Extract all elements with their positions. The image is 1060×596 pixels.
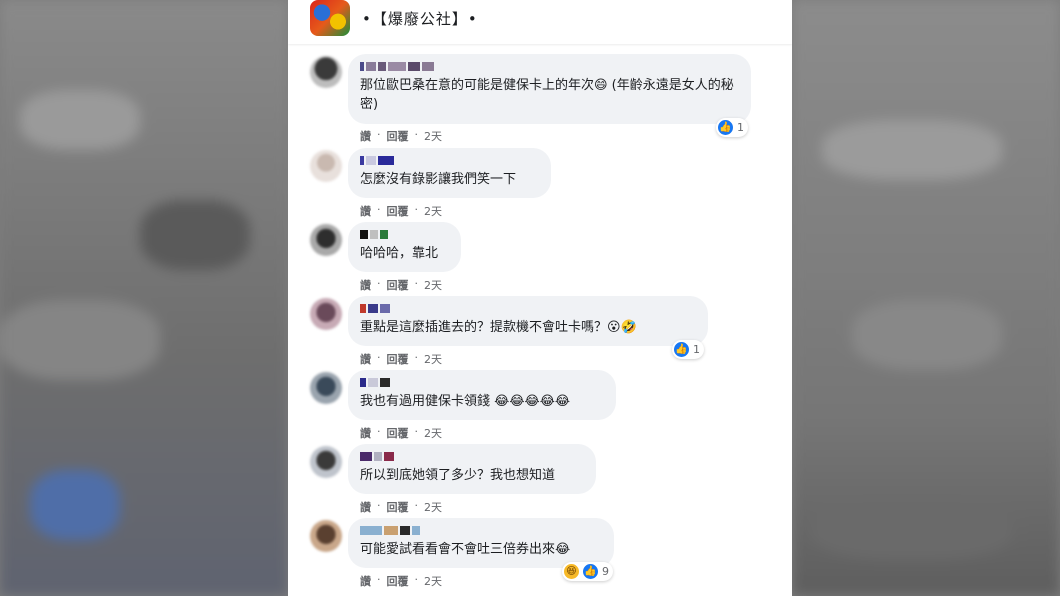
- blurred-background-right: [792, 0, 1060, 596]
- page-header: •【爆廢公社】•: [288, 0, 792, 44]
- comment-time[interactable]: 2天: [424, 128, 442, 144]
- avatar[interactable]: [310, 150, 342, 182]
- comment-time[interactable]: 2天: [424, 203, 442, 219]
- like-button[interactable]: 讚: [360, 277, 371, 293]
- comment-bubble: 那位歐巴桑在意的可能是健保卡上的年次😄 (年齡永遠是女人的秘密): [348, 54, 751, 124]
- avatar[interactable]: [310, 520, 342, 552]
- reaction-count: 1: [693, 343, 700, 356]
- reply-button[interactable]: 回覆: [387, 573, 409, 589]
- reaction-summary[interactable]: 👍 1: [716, 118, 748, 137]
- comment-time[interactable]: 2天: [424, 425, 442, 441]
- haha-icon: 😆: [564, 564, 579, 579]
- comment-bubble: 可能愛試看看會不會吐三倍券出來😂: [348, 518, 614, 568]
- comment-text: 哈哈哈，靠北: [360, 246, 439, 261]
- commenter-name-blurred[interactable]: [360, 378, 604, 388]
- reply-button[interactable]: 回覆: [387, 203, 409, 219]
- comment-time[interactable]: 2天: [424, 499, 442, 515]
- comment-actions: 讚 · 回覆 · 2天: [360, 277, 442, 293]
- avatar[interactable]: [310, 298, 342, 330]
- comment-text: 我也有過用健保卡領錢 😂😂😂😂😂: [360, 394, 571, 409]
- comment-bubble: 重點是這麼插進去的？提款機不會吐卡嗎？😮🤣: [348, 296, 708, 346]
- comment-time[interactable]: 2天: [424, 277, 442, 293]
- reaction-count: 9: [602, 565, 609, 578]
- comment-actions: 讚 · 回覆 · 2天: [360, 351, 442, 367]
- reply-button[interactable]: 回覆: [387, 499, 409, 515]
- reaction-summary[interactable]: 😆 👍 9: [562, 562, 613, 581]
- comment-bubble: 我也有過用健保卡領錢 😂😂😂😂😂: [348, 370, 616, 420]
- comment-text: 怎麼沒有錄影讓我們笑一下: [360, 172, 517, 187]
- blurred-background-left: [0, 0, 288, 596]
- avatar[interactable]: [310, 372, 342, 404]
- like-icon: 👍: [718, 120, 733, 135]
- comment-actions: 讚 · 回覆 · 2天: [360, 573, 442, 589]
- commenter-name-blurred[interactable]: [360, 304, 696, 314]
- avatar[interactable]: [310, 446, 342, 478]
- comment-time[interactable]: 2天: [424, 351, 442, 367]
- comment-actions: 讚 · 回覆 · 2天: [360, 203, 442, 219]
- like-button[interactable]: 讚: [360, 425, 371, 441]
- commenter-name-blurred[interactable]: [360, 156, 539, 166]
- like-button[interactable]: 讚: [360, 499, 371, 515]
- comment-time[interactable]: 2天: [424, 573, 442, 589]
- comment-text: 所以到底她領了多少？我也想知道: [360, 468, 556, 483]
- like-button[interactable]: 讚: [360, 128, 371, 144]
- avatar[interactable]: [310, 224, 342, 256]
- commenter-name-blurred[interactable]: [360, 452, 584, 462]
- commenter-name-blurred[interactable]: [360, 526, 602, 536]
- comment-text: 重點是這麼插進去的？提款機不會吐卡嗎？😮🤣: [360, 320, 637, 335]
- facebook-comments-panel: •【爆廢公社】• 那位歐巴桑在意的可能是健保卡上的年次😄 (年齡永遠是女人的秘密…: [288, 0, 792, 596]
- like-icon: 👍: [674, 342, 689, 357]
- reaction-count: 1: [737, 121, 744, 134]
- comment-text: 可能愛試看看會不會吐三倍券出來😂: [360, 542, 571, 557]
- reply-button[interactable]: 回覆: [387, 277, 409, 293]
- comment-text: 那位歐巴桑在意的可能是健保卡上的年次😄 (年齡永遠是女人的秘密): [360, 78, 734, 112]
- avatar[interactable]: [310, 56, 342, 88]
- reply-button[interactable]: 回覆: [387, 425, 409, 441]
- like-button[interactable]: 讚: [360, 203, 371, 219]
- comment-bubble: 哈哈哈，靠北: [348, 222, 461, 272]
- reply-button[interactable]: 回覆: [387, 128, 409, 144]
- reaction-summary[interactable]: 👍 1: [672, 340, 704, 359]
- comment-actions: 讚 · 回覆 · 2天: [360, 425, 442, 441]
- reply-button[interactable]: 回覆: [387, 351, 409, 367]
- commenter-name-blurred[interactable]: [360, 230, 449, 240]
- commenter-name-blurred[interactable]: [360, 62, 739, 72]
- like-icon: 👍: [583, 564, 598, 579]
- like-button[interactable]: 讚: [360, 573, 371, 589]
- comment-actions: 讚 · 回覆 · 2天: [360, 499, 442, 515]
- like-button[interactable]: 讚: [360, 351, 371, 367]
- comment-actions: 讚 · 回覆 · 2天: [360, 128, 442, 144]
- page-name[interactable]: •【爆廢公社】•: [362, 8, 478, 29]
- page-logo-icon[interactable]: [310, 0, 350, 36]
- comment-bubble: 怎麼沒有錄影讓我們笑一下: [348, 148, 551, 198]
- comment-bubble: 所以到底她領了多少？我也想知道: [348, 444, 596, 494]
